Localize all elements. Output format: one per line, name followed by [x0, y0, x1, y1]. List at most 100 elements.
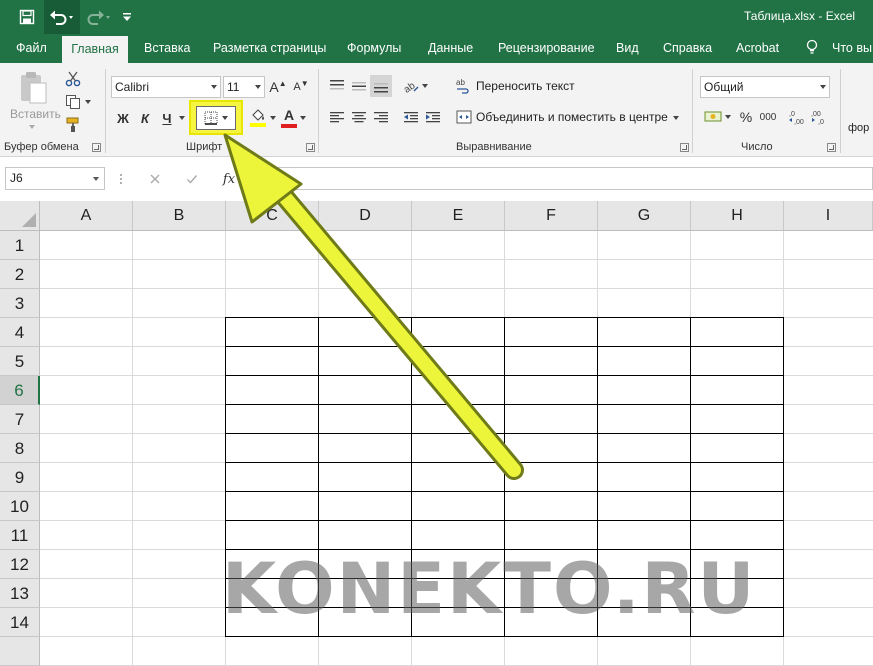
select-all-corner[interactable]: [0, 201, 40, 231]
tab-acrobat[interactable]: Acrobat: [736, 34, 779, 63]
customize-quick-access-icon[interactable]: [118, 0, 136, 34]
column-header-a[interactable]: A: [40, 201, 133, 231]
wrap-text-button[interactable]: Переносить текст: [476, 79, 575, 93]
tab-help[interactable]: Справка: [663, 34, 712, 63]
row-header-10[interactable]: 10: [0, 492, 40, 521]
tab-review[interactable]: Рецензирование: [498, 34, 595, 63]
increase-indent-icon[interactable]: [422, 106, 444, 128]
group-divider: [105, 69, 106, 153]
align-right-icon[interactable]: [370, 106, 392, 128]
row-header-9[interactable]: 9: [0, 463, 40, 492]
styles-group-partial[interactable]: фор: [848, 122, 869, 134]
table-border-horizontal: [225, 433, 784, 434]
column-header-h[interactable]: H: [691, 201, 784, 231]
column-header-d[interactable]: D: [319, 201, 412, 231]
row-header-7[interactable]: 7: [0, 405, 40, 434]
insert-function-button[interactable]: fx: [218, 169, 240, 189]
fill-color-dropdown-icon[interactable]: [268, 107, 278, 129]
font-color-button[interactable]: A: [280, 105, 298, 131]
decrease-indent-icon[interactable]: [400, 106, 422, 128]
paste-label[interactable]: Вставить: [10, 107, 61, 121]
row-header-1[interactable]: 1: [0, 231, 40, 260]
merge-center-button[interactable]: Объединить и поместить в центре: [476, 110, 668, 124]
align-top-icon[interactable]: [326, 75, 348, 97]
paste-icon[interactable]: [14, 69, 54, 109]
align-center-icon[interactable]: [348, 106, 370, 128]
font-size-box[interactable]: 11: [223, 76, 265, 98]
decrease-decimal-icon[interactable]: ,00,0: [808, 106, 830, 128]
formula-bar-grip-icon[interactable]: [118, 171, 124, 187]
increase-font-size-button[interactable]: A ▲: [269, 77, 287, 97]
align-left-icon[interactable]: [326, 106, 348, 128]
tab-file[interactable]: Файл: [16, 34, 47, 63]
borders-button[interactable]: [189, 100, 243, 135]
formula-input[interactable]: [248, 167, 873, 190]
tab-insert[interactable]: Вставка: [144, 34, 190, 63]
font-color-dropdown-icon[interactable]: [298, 107, 308, 129]
tell-me-icon[interactable]: [805, 34, 819, 63]
column-header-f[interactable]: F: [505, 201, 598, 231]
row-header-15[interactable]: [0, 637, 40, 666]
fill-color-button[interactable]: [246, 105, 270, 131]
name-box-value: J6: [10, 171, 23, 185]
decrease-font-size-button[interactable]: A ▼: [292, 77, 310, 97]
tab-page-layout[interactable]: Разметка страницы: [213, 34, 326, 63]
paste-dropdown-icon[interactable]: [26, 123, 38, 131]
merge-center-icon[interactable]: [454, 106, 474, 128]
increase-decimal-icon[interactable]: ,0,00: [786, 106, 808, 128]
merge-dropdown-icon[interactable]: [670, 107, 682, 129]
table-border-horizontal: [225, 636, 784, 637]
row-header-5[interactable]: 5: [0, 347, 40, 376]
tab-formulas[interactable]: Формулы: [347, 34, 401, 63]
accounting-format-icon[interactable]: [701, 106, 733, 128]
tab-view[interactable]: Вид: [616, 34, 639, 63]
tell-me-search[interactable]: Что вы: [832, 34, 872, 63]
redo-icon[interactable]: [84, 0, 114, 34]
number-launcher-icon[interactable]: [827, 143, 836, 152]
row-header-14[interactable]: 14: [0, 608, 40, 637]
confirm-entry-icon[interactable]: [182, 169, 202, 189]
save-icon[interactable]: [14, 0, 40, 34]
alignment-launcher-icon[interactable]: [680, 143, 689, 152]
row-header-6[interactable]: 6: [0, 376, 40, 405]
column-header-g[interactable]: G: [598, 201, 691, 231]
column-header-i[interactable]: I: [784, 201, 873, 231]
italic-button[interactable]: К: [135, 107, 155, 129]
font-name-box[interactable]: Calibri: [111, 76, 221, 98]
thousands-separator-button[interactable]: 000: [757, 106, 779, 128]
underline-button[interactable]: Ч: [157, 107, 177, 129]
row-header-8[interactable]: 8: [0, 434, 40, 463]
copy-icon[interactable]: [62, 92, 94, 112]
format-painter-icon[interactable]: [62, 115, 84, 135]
font-launcher-icon[interactable]: [306, 143, 315, 152]
table-border-horizontal: [225, 520, 784, 521]
row-header-13[interactable]: 13: [0, 579, 40, 608]
column-header-c[interactable]: C: [226, 201, 319, 231]
tab-home[interactable]: Главная: [62, 36, 128, 63]
undo-icon[interactable]: [44, 0, 80, 34]
gridline-horizontal: [40, 259, 873, 260]
cut-icon[interactable]: [62, 69, 84, 89]
column-header-b[interactable]: B: [133, 201, 226, 231]
percent-button[interactable]: %: [736, 106, 756, 128]
underline-dropdown-icon[interactable]: [177, 107, 187, 129]
column-header-e[interactable]: E: [412, 201, 505, 231]
text-orientation-icon[interactable]: ab: [398, 75, 432, 97]
row-header-2[interactable]: 2: [0, 260, 40, 289]
number-format-box[interactable]: Общий: [700, 76, 830, 98]
decrease-font-letter: A: [293, 81, 301, 93]
row-header-11[interactable]: 11: [0, 521, 40, 550]
align-bottom-icon[interactable]: [370, 75, 392, 97]
wrap-text-icon[interactable]: ab: [452, 75, 474, 97]
bold-button[interactable]: Ж: [113, 107, 133, 129]
gridline-horizontal: [40, 288, 873, 289]
align-middle-icon[interactable]: [348, 75, 370, 97]
clipboard-launcher-icon[interactable]: [92, 143, 101, 152]
row-header-3[interactable]: 3: [0, 289, 40, 318]
row-header-4[interactable]: 4: [0, 318, 40, 347]
tab-data[interactable]: Данные: [428, 34, 473, 63]
row-header-12[interactable]: 12: [0, 550, 40, 579]
cancel-entry-icon[interactable]: [145, 169, 165, 189]
increase-font-letter: A: [269, 79, 279, 95]
name-box[interactable]: J6: [5, 167, 105, 190]
